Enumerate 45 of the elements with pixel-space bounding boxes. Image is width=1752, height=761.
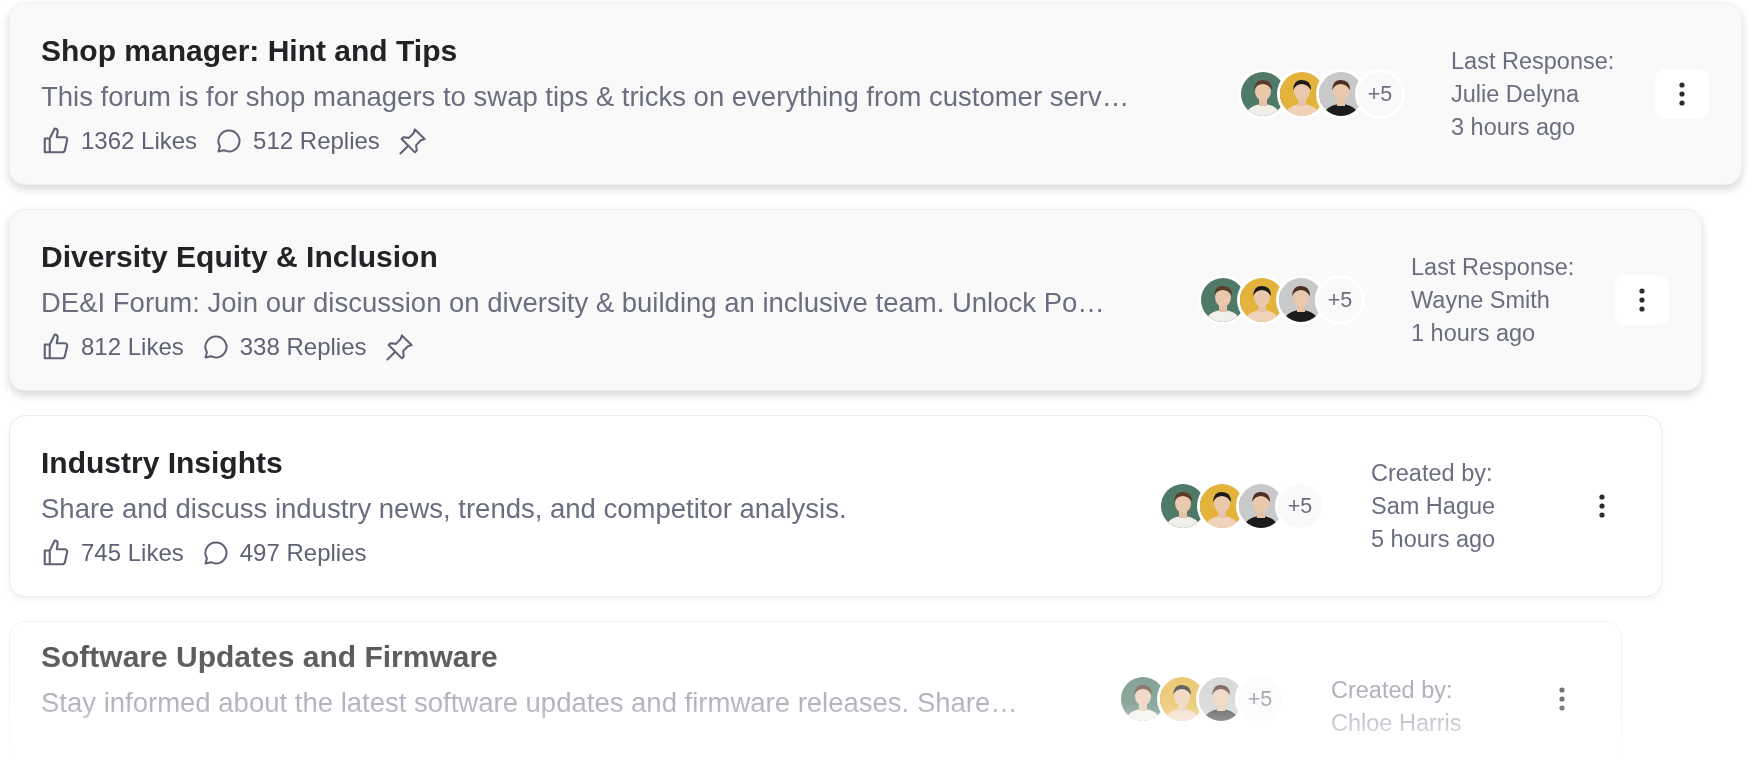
- thread-card[interactable]: Industry Insights Share and discuss industry news, trends, and competitor analysis. 745 Likes 497 Replies +5 Created by: Sam Hague 5 hours ago: [9, 415, 1662, 597]
- more-icon: [1559, 687, 1565, 711]
- comment-icon: [201, 539, 230, 567]
- pin-icon[interactable]: [397, 126, 427, 156]
- author-name: Chloe Harris: [1331, 709, 1463, 738]
- thumbs-up-icon: [41, 126, 71, 156]
- thread-description: This forum is for shop managers to swap tips & tricks on everything from customer serv…: [41, 80, 1131, 114]
- thread-card[interactable]: Software Updates and Firmware Stay informed about the latest software updates and firmware releases. Share… +5 Created by: Chloe Harris: [9, 621, 1622, 759]
- likes-count: 745 Likes: [81, 539, 184, 567]
- time-ago: 3 hours ago: [1451, 112, 1577, 142]
- author-name: Sam Hague: [1371, 491, 1497, 521]
- replies-count: 338 Replies: [239, 333, 367, 361]
- replies-count: 497 Replies: [239, 539, 367, 567]
- comment-icon: [201, 333, 230, 361]
- thread-title[interactable]: Shop manager: Hint and Tips: [41, 32, 1238, 70]
- likes-count: 812 Likes: [81, 333, 184, 361]
- more-icon: [1599, 494, 1605, 518]
- thread-title[interactable]: Software Updates and Firmware: [41, 638, 1118, 676]
- time-ago: 1 hours ago: [1411, 318, 1537, 348]
- extra-count: +5: [1275, 481, 1325, 531]
- replies-count: 512 Replies: [253, 127, 380, 155]
- thread-card[interactable]: Shop manager: Hint and Tips This forum is for shop managers to swap tips & tricks on everything from customer serv… 1362 Likes 512 Replies +5 Last Response: Julie Delyna 3 hours ago: [9, 3, 1742, 185]
- extra-count: +5: [1315, 275, 1365, 325]
- thread-card[interactable]: Diversity Equity & Inclusion DE&I Forum: Join our discussion on diversity & building an inclusive team. Unlock Po… 812 Likes 338 Replies +5 Last Response: Wayne Smith 1 hours ago: [9, 209, 1702, 391]
- pin-icon[interactable]: [384, 332, 414, 362]
- thread-description: Stay informed about the latest software updates and firmware releases. Share…: [41, 686, 1019, 720]
- info-label: Last Response:: [1411, 252, 1576, 282]
- thread-description: DE&I Forum: Join our discussion on diversity & building an inclusive team. Unlock Po…: [41, 286, 1106, 320]
- thread-title[interactable]: Diversity Equity & Inclusion: [41, 238, 1198, 276]
- more-button[interactable]: [1615, 275, 1669, 325]
- time-ago: 5 hours ago: [1371, 524, 1497, 554]
- thread-title[interactable]: Industry Insights: [41, 444, 1158, 482]
- author-name: Julie Delyna: [1451, 79, 1580, 109]
- thumbs-up-icon: [41, 332, 71, 362]
- info-label: Created by:: [1331, 676, 1454, 705]
- thumbs-up-icon: [41, 538, 71, 568]
- author-name: Wayne Smith: [1411, 285, 1551, 315]
- more-icon: [1679, 82, 1685, 106]
- more-icon: [1639, 288, 1645, 312]
- info-label: Last Response:: [1451, 46, 1616, 76]
- likes-count: 1362 Likes: [81, 127, 198, 155]
- more-button[interactable]: [1655, 69, 1709, 119]
- info-label: Created by:: [1371, 458, 1494, 488]
- extra-count: +5: [1355, 69, 1405, 119]
- thread-description: Share and discuss industry news, trends, and competitor analysis.: [41, 492, 848, 526]
